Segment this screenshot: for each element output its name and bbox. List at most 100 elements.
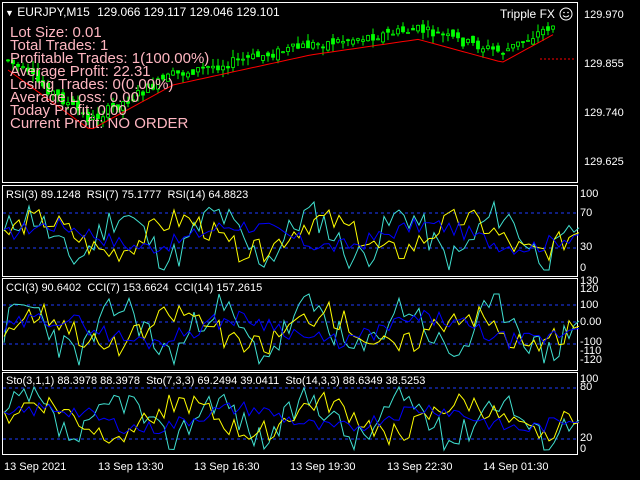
candle-body <box>456 32 460 39</box>
candle-body <box>386 28 390 33</box>
rsi-indicator <box>3 200 580 271</box>
rsi-tick: 0 <box>580 262 587 274</box>
chart-header: ▼ EURJPY,M15 129.066 129.117 129.046 129… <box>5 5 280 19</box>
time-tick: 13 Sep 16:30 <box>194 461 260 473</box>
sto-slow-label: Sto(14,3,3) 88.6349 38.5253 <box>285 375 426 387</box>
stat-current-profit: Current Profit: NO ORDER <box>10 115 189 132</box>
price-tick: 129.740 <box>584 107 624 119</box>
candle-body <box>216 65 220 71</box>
candle-body <box>361 39 365 42</box>
candle-body <box>236 58 240 61</box>
candle-body <box>336 39 340 43</box>
candle-body <box>486 45 490 49</box>
symbol-info: EURJPY,M15 <box>17 5 90 19</box>
time-tick: 13 Sep 22:30 <box>387 461 453 473</box>
candle-body <box>491 46 495 50</box>
candle-body <box>226 66 230 69</box>
candle-body <box>536 31 540 38</box>
candle-body <box>251 53 255 59</box>
candle-body <box>451 29 455 37</box>
candle-body <box>471 35 475 43</box>
candle-body <box>391 33 395 36</box>
cci7-label: CCI(7) 153.6624 <box>87 282 169 294</box>
candle-body <box>521 41 525 43</box>
candle-body <box>301 43 305 48</box>
sto-tick: 0 <box>580 443 587 455</box>
price-tick: 129.625 <box>584 156 624 168</box>
rsi-tick: 100 <box>580 188 599 200</box>
rsi14-label: RSI(14) 64.8823 <box>167 189 249 201</box>
candle-body <box>331 38 335 45</box>
price-tick: 129.855 <box>584 58 624 70</box>
cci14-label: CCI(14) 157.2615 <box>174 282 263 294</box>
sto-fast-line <box>3 385 580 452</box>
cci7-line <box>3 300 580 358</box>
candle-body <box>376 38 380 41</box>
cci-tick: -120 <box>580 354 603 366</box>
sto-labels: Sto(3,1,1) 88.3978 88.3978 Sto(7,3,3) 69… <box>6 375 425 387</box>
cci3-label: CCI(3) 90.6402 <box>6 282 82 294</box>
candle-body <box>401 26 405 33</box>
candle-body <box>316 43 320 46</box>
candle-body <box>436 31 440 34</box>
candle-body <box>261 55 265 61</box>
candle-body <box>481 48 485 53</box>
sto-mid-label: Sto(7,3,3) 69.2494 39.0411 <box>146 375 280 387</box>
candle-body <box>426 26 430 31</box>
candle-body <box>441 33 445 36</box>
price-tick: 129.970 <box>584 9 624 21</box>
candle-body <box>266 52 270 57</box>
candle-body <box>341 41 345 44</box>
candle-body <box>221 65 225 71</box>
cci-tick: 0.00 <box>580 316 602 328</box>
candle-body <box>416 24 420 32</box>
candle-body <box>526 39 530 42</box>
candle-body <box>411 28 415 31</box>
candle-body <box>311 42 315 49</box>
candle-body <box>286 47 290 52</box>
candle-body <box>466 38 470 44</box>
candle-body <box>461 37 465 47</box>
candle-body <box>396 28 400 35</box>
candle-body <box>306 40 310 49</box>
candle-body <box>371 34 375 41</box>
candle-body <box>346 39 350 42</box>
candle-body <box>241 58 245 61</box>
rsi-labels: RSI(3) 89.1248 RSI(7) 75.1777 RSI(14) 64… <box>6 189 248 201</box>
rsi7-line <box>3 208 580 263</box>
time-tick: 13 Sep 19:30 <box>290 461 356 473</box>
rsi3-label: RSI(3) 89.1248 <box>6 189 81 201</box>
candle-body <box>246 55 250 58</box>
candle-body <box>496 45 500 52</box>
candle-body <box>406 32 410 34</box>
candle-body <box>516 41 520 47</box>
candle-body <box>351 39 355 45</box>
candle-body <box>256 51 260 58</box>
cci-labels: CCI(3) 90.6402 CCI(7) 153.6624 CCI(14) 1… <box>6 282 262 294</box>
sto-tick: 80 <box>580 381 593 393</box>
candle-body <box>321 46 325 49</box>
candle-body <box>546 26 550 31</box>
candle-body <box>281 51 285 54</box>
sto-fast-label: Sto(3,1,1) 88.3978 88.3978 <box>6 375 140 387</box>
candle-body <box>296 43 300 49</box>
candle-body <box>291 43 295 47</box>
candle-body <box>541 28 545 36</box>
candle-body <box>531 38 535 45</box>
candle-body <box>211 65 215 69</box>
candle-body <box>326 41 330 51</box>
cci-tick: 120 <box>580 283 599 295</box>
cci14-line <box>3 309 580 351</box>
rsi7-label: RSI(7) 75.1777 <box>86 189 162 201</box>
time-tick: 14 Sep 01:30 <box>483 461 549 473</box>
candle-body <box>271 53 275 58</box>
candle-body <box>446 33 450 37</box>
candle-body <box>356 38 360 41</box>
candle-body <box>431 29 435 37</box>
rsi-tick: 70 <box>580 207 593 219</box>
candle-body <box>421 24 425 33</box>
stochastic-indicator <box>3 385 580 452</box>
time-tick: 13 Sep 13:30 <box>98 461 164 473</box>
candle-body <box>366 35 370 42</box>
cci-tick: 100 <box>580 299 599 311</box>
